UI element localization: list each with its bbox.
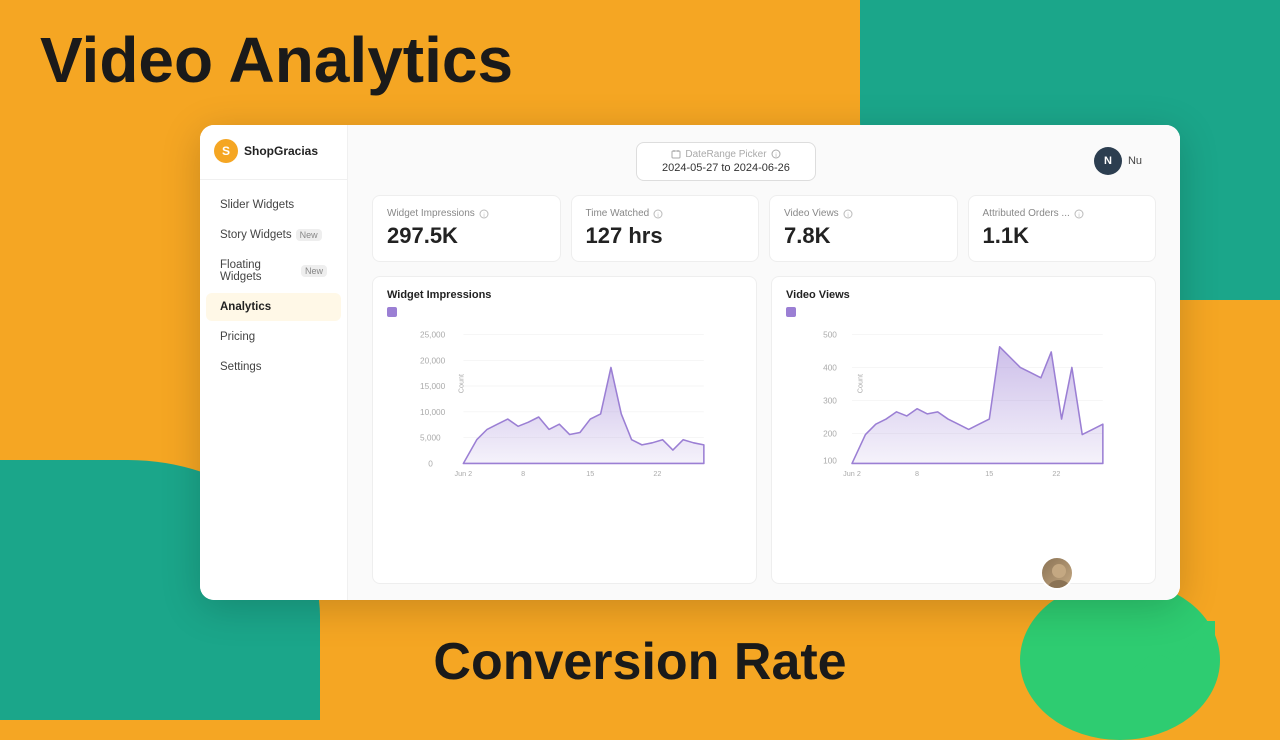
svg-text:25,000: 25,000 xyxy=(420,331,446,340)
svg-text:8: 8 xyxy=(915,469,919,478)
info-icon: i xyxy=(1074,209,1084,219)
chart-legend xyxy=(387,307,742,317)
info-icon: i xyxy=(653,209,663,219)
chart-title: Video Views xyxy=(786,289,1141,301)
svg-text:Jun 2: Jun 2 xyxy=(843,469,861,478)
svg-text:0: 0 xyxy=(428,460,433,469)
sidebar-item-label: Slider Widgets xyxy=(220,199,294,211)
sidebar-item-slider-widgets[interactable]: Slider Widgets xyxy=(206,191,341,219)
stat-label: Video Views i xyxy=(784,208,943,219)
svg-text:i: i xyxy=(775,153,776,159)
svg-text:300: 300 xyxy=(823,397,837,406)
sidebar-nav: Slider Widgets Story Widgets New Floatin… xyxy=(200,190,347,382)
stat-widget-impressions: Widget Impressions i 297.5K xyxy=(372,195,561,262)
chart-video-views: Video Views 500 400 300 200 100 Count xyxy=(771,276,1156,584)
arrow-up-icon xyxy=(1130,616,1220,700)
charts-row: Widget Impressions 25,000 20,000 15,000 … xyxy=(372,276,1156,584)
svg-text:i: i xyxy=(847,213,848,219)
info-icon: i xyxy=(479,209,489,219)
window-user-area: N Nu xyxy=(1080,141,1156,181)
sidebar-item-label: Story Widgets xyxy=(220,229,292,241)
svg-text:20,000: 20,000 xyxy=(420,356,446,365)
legend-color-box xyxy=(387,307,397,317)
sidebar-item-label: Settings xyxy=(220,361,262,373)
new-badge: New xyxy=(296,229,322,241)
stat-label: Widget Impressions i xyxy=(387,208,546,219)
sidebar-item-floating-widgets[interactable]: Floating Widgets New xyxy=(206,251,341,291)
page-title: Video Analytics xyxy=(40,28,513,92)
svg-text:200: 200 xyxy=(823,430,837,439)
sidebar-item-label: Pricing xyxy=(220,331,255,343)
sidebar-logo: S ShopGracias xyxy=(200,139,347,180)
chart-title: Widget Impressions xyxy=(387,289,742,301)
stat-value: 297.5K xyxy=(387,223,546,249)
svg-text:10,000: 10,000 xyxy=(420,408,446,417)
stat-video-views: Video Views i 7.8K xyxy=(769,195,958,262)
chart-area: 500 400 300 200 100 Count xyxy=(786,321,1141,481)
svg-text:i: i xyxy=(658,213,659,219)
top-bar: DateRange Picker i 2024-05-27 to 2024-06… xyxy=(372,141,1156,181)
svg-text:Jun 2: Jun 2 xyxy=(455,469,473,478)
bottom-corner-avatar xyxy=(1040,556,1074,590)
user-avatar: N xyxy=(1094,147,1122,175)
chart-legend xyxy=(786,307,1141,317)
video-views-chart-svg: 500 400 300 200 100 Count xyxy=(786,321,1141,481)
main-content: DateRange Picker i 2024-05-27 to 2024-06… xyxy=(348,125,1180,600)
stat-label: Time Watched i xyxy=(586,208,745,219)
date-picker-label: DateRange Picker i xyxy=(671,149,780,160)
app-window: S ShopGracias Slider Widgets Story Widge… xyxy=(200,125,1180,600)
svg-text:Count: Count xyxy=(456,374,465,393)
user-name: Nu xyxy=(1128,155,1142,167)
sidebar-item-analytics[interactable]: Analytics xyxy=(206,293,341,321)
info-icon: i xyxy=(771,149,781,159)
svg-text:i: i xyxy=(1078,213,1079,219)
info-icon: i xyxy=(843,209,853,219)
svg-text:400: 400 xyxy=(823,364,837,373)
stat-value: 7.8K xyxy=(784,223,943,249)
sidebar-item-pricing[interactable]: Pricing xyxy=(206,323,341,351)
date-range-picker[interactable]: DateRange Picker i 2024-05-27 to 2024-06… xyxy=(636,142,816,181)
stat-time-watched: Time Watched i 127 hrs xyxy=(571,195,760,262)
calendar-icon xyxy=(671,149,681,159)
svg-text:22: 22 xyxy=(653,469,661,478)
stat-label: Attributed Orders ... i xyxy=(983,208,1142,219)
sidebar-item-label: Floating Widgets xyxy=(220,259,297,283)
impressions-chart-svg: 25,000 20,000 15,000 10,000 5,000 0 Coun… xyxy=(387,321,742,481)
stats-row: Widget Impressions i 297.5K Time Watched… xyxy=(372,195,1156,262)
stat-attributed-orders: Attributed Orders ... i 1.1K xyxy=(968,195,1157,262)
svg-text:5,000: 5,000 xyxy=(420,434,441,443)
chart-widget-impressions: Widget Impressions 25,000 20,000 15,000 … xyxy=(372,276,757,584)
sidebar-item-settings[interactable]: Settings xyxy=(206,353,341,381)
stat-value: 127 hrs xyxy=(586,223,745,249)
sidebar: S ShopGracias Slider Widgets Story Widge… xyxy=(200,125,348,600)
svg-text:15: 15 xyxy=(586,469,594,478)
svg-text:i: i xyxy=(483,213,484,219)
svg-text:100: 100 xyxy=(823,456,837,465)
sidebar-item-story-widgets[interactable]: Story Widgets New xyxy=(206,221,341,249)
svg-text:Count: Count xyxy=(855,374,864,393)
svg-text:500: 500 xyxy=(823,331,837,340)
sidebar-item-label: Analytics xyxy=(220,301,271,313)
svg-text:15,000: 15,000 xyxy=(420,382,446,391)
logo-icon: S xyxy=(214,139,238,163)
svg-text:15: 15 xyxy=(985,469,993,478)
svg-text:22: 22 xyxy=(1052,469,1060,478)
chart-area: 25,000 20,000 15,000 10,000 5,000 0 Coun… xyxy=(387,321,742,481)
date-range-value: 2024-05-27 to 2024-06-26 xyxy=(662,162,790,174)
svg-text:8: 8 xyxy=(521,469,525,478)
new-badge: New xyxy=(301,265,327,277)
bottom-title: Conversion Rate xyxy=(433,632,846,692)
legend-color-box xyxy=(786,307,796,317)
logo-text: ShopGracias xyxy=(244,144,318,158)
stat-value: 1.1K xyxy=(983,223,1142,249)
